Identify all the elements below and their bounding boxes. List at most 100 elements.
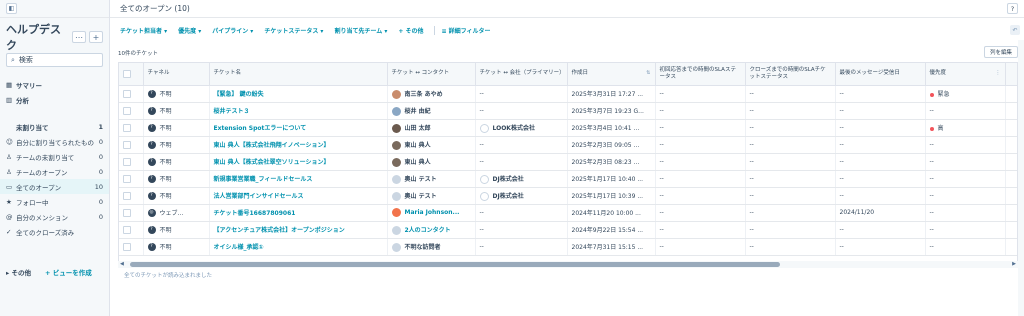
scroll-right-icon[interactable]: ▶: [1012, 261, 1016, 267]
filter-owner[interactable]: チケット担当者 ▾: [120, 26, 167, 35]
sidebar-item-7[interactable]: ✓ 全てのクローズ済み: [0, 224, 109, 239]
search-input[interactable]: ⌕ 検索: [6, 53, 103, 67]
col-header-priority[interactable]: 優先度 ⋮: [925, 63, 1006, 86]
sidebar-item-6[interactable]: @ 自分のメンション 0: [0, 209, 109, 224]
create-view-button[interactable]: + ビューを作成: [45, 267, 92, 277]
row-checkbox[interactable]: [123, 174, 131, 183]
table-row[interactable]: ? 不明 法人営業部門インサイドセールス 奥山 テスト DJ株式会社 2025年1…: [119, 187, 1017, 205]
row-checkbox-cell[interactable]: [119, 187, 144, 205]
col-header-contact[interactable]: チケット ↔ コンタクト: [387, 63, 476, 86]
ticket-name-link[interactable]: 新規事業営業職_フィールドセールス: [214, 176, 313, 183]
row-checkbox[interactable]: [123, 157, 131, 166]
contact-link[interactable]: 東山 典人: [405, 159, 431, 166]
ticket-name-link[interactable]: オイシル様_承認①: [214, 244, 264, 251]
contact-link[interactable]: 東山 典人: [405, 142, 431, 149]
row-checkbox[interactable]: [123, 191, 131, 200]
ticket-name-cell[interactable]: 法人営業部門インサイドセールス: [209, 187, 388, 205]
contact-cell[interactable]: 奥山 テスト: [387, 170, 476, 188]
edit-columns-button[interactable]: 列を編集: [983, 46, 1018, 58]
table-row[interactable]: ? 不明 桜井テスト３ 桜井 由紀 -- 2025年3月7日 19:23 G...…: [119, 102, 1017, 120]
sidebar-item-1[interactable]: ☺ 自分に割り当てられたもの 0: [0, 134, 109, 149]
contact-link[interactable]: 南三条 あやめ: [405, 91, 443, 98]
row-checkbox-cell[interactable]: [119, 102, 144, 120]
sidebar-item-0[interactable]: ▦ サマリー: [0, 77, 109, 92]
sidebar-item-3[interactable]: ♙ チームのオープン 0: [0, 164, 109, 179]
contact-link[interactable]: 2人のコンタクト: [405, 227, 451, 234]
row-checkbox-cell[interactable]: [119, 221, 144, 239]
ticket-name-cell[interactable]: 東山 典人【株式会社翠空ソリューション】: [209, 153, 388, 171]
table-row[interactable]: ? 不明 【アクセンチュア株式会社】オープンポジション 2人のコンタクト -- 2…: [119, 221, 1017, 239]
company-cell[interactable]: LOOK株式会社: [475, 119, 568, 137]
ticket-name-link[interactable]: 桜井テスト３: [214, 108, 250, 115]
sidebar-item-1[interactable]: ▥ 分析: [0, 92, 109, 107]
scrollbar-thumb[interactable]: [130, 262, 780, 267]
company-label[interactable]: DJ株式会社: [493, 193, 524, 200]
row-checkbox[interactable]: [123, 242, 131, 251]
company-label[interactable]: DJ株式会社: [493, 176, 524, 183]
ticket-name-cell[interactable]: オイシル様_承認①: [209, 238, 388, 256]
row-checkbox-cell[interactable]: [119, 153, 144, 171]
row-checkbox-cell[interactable]: [119, 85, 144, 103]
table-row[interactable]: ? 不明 東山 典人【株式会社飛翔イノベーション】 東山 典人 -- 2025年2…: [119, 136, 1017, 154]
row-checkbox[interactable]: [123, 89, 131, 98]
add-button[interactable]: +: [89, 31, 103, 43]
table-row[interactable]: ? 不明 【緊急】 鍵の紛失 南三条 あやめ -- 2025年3月31日 17:2…: [119, 85, 1017, 103]
row-checkbox[interactable]: [123, 106, 131, 115]
filter-pipeline[interactable]: パイプライン ▾: [212, 26, 253, 35]
ticket-name-link[interactable]: 法人営業部門インサイドセールス: [214, 193, 304, 200]
contact-cell[interactable]: 南三条 あやめ: [387, 85, 476, 103]
row-checkbox-cell[interactable]: [119, 119, 144, 137]
ticket-name-cell[interactable]: Extension Spotエラーについて: [209, 119, 388, 137]
filter-team[interactable]: 割り当て先チーム ▾: [334, 26, 387, 35]
col-header-last-message[interactable]: 最後のメッセージ受信日: [835, 63, 926, 86]
contact-link[interactable]: 奥山 テスト: [405, 176, 437, 183]
contact-link[interactable]: 桜井 由紀: [405, 108, 431, 115]
company-label[interactable]: LOOK株式会社: [493, 125, 535, 132]
contact-link[interactable]: 不明な訪問者: [405, 244, 441, 251]
contact-cell[interactable]: 奥山 テスト: [387, 187, 476, 205]
ticket-name-link[interactable]: チケット番号16687809061: [214, 210, 296, 217]
row-checkbox[interactable]: [123, 140, 131, 149]
row-checkbox-cell[interactable]: [119, 170, 144, 188]
sidebar-item-0[interactable]: 未割り当て 1: [0, 119, 109, 134]
table-row[interactable]: ? 不明 オイシル様_承認① 不明な訪問者 -- 2024年7月31日 15:15…: [119, 238, 1017, 256]
ticket-name-link[interactable]: 東山 典人【株式会社飛翔イノベーション】: [214, 142, 330, 149]
collapse-sidebar-icon[interactable]: ◧: [6, 3, 17, 14]
col-header-company[interactable]: チケット ↔ 会社（プライマリー）: [475, 63, 568, 86]
ticket-name-cell[interactable]: チケット番号16687809061: [209, 204, 388, 222]
contact-cell[interactable]: 東山 典人: [387, 136, 476, 154]
more-options-button[interactable]: ⋯: [72, 31, 86, 43]
contact-cell[interactable]: 2人のコンタクト: [387, 221, 476, 239]
ticket-name-link[interactable]: Extension Spotエラーについて: [214, 125, 307, 132]
row-checkbox[interactable]: [123, 208, 131, 217]
sidebar-item-5[interactable]: ★ フォロー中 0: [0, 194, 109, 209]
table-row[interactable]: ◎ ウェブ... チケット番号16687809061 Maria Johnson.…: [119, 204, 1017, 222]
scroll-left-icon[interactable]: ◀: [120, 261, 124, 267]
row-checkbox-cell[interactable]: [119, 204, 144, 222]
col-header-channel[interactable]: チャネル: [143, 63, 210, 86]
ticket-name-cell[interactable]: 【緊急】 鍵の紛失: [209, 85, 388, 103]
contact-cell[interactable]: 桜井 由紀: [387, 102, 476, 120]
select-all-checkbox[interactable]: [123, 69, 131, 78]
contact-link[interactable]: 奥山 テスト: [405, 193, 437, 200]
select-all-checkbox-cell[interactable]: [119, 63, 144, 86]
sidebar-item-4[interactable]: ▭ 全てのオープン 10: [0, 179, 109, 194]
other-views-toggle[interactable]: ▸ その他: [6, 267, 31, 277]
contact-link[interactable]: 山田 太郎: [405, 125, 431, 132]
contact-cell[interactable]: 不明な訪問者: [387, 238, 476, 256]
contact-cell[interactable]: Maria Johnson...: [387, 204, 476, 222]
ticket-name-cell[interactable]: 桜井テスト３: [209, 102, 388, 120]
row-checkbox-cell[interactable]: [119, 136, 144, 154]
col-header-sla-close[interactable]: クローズまでの時間のSLAチケットステータス: [745, 63, 836, 86]
table-row[interactable]: ? 不明 Extension Spotエラーについて 山田 太郎 LOOK株式会社…: [119, 119, 1017, 137]
advanced-filter-button[interactable]: ≡ 詳細フィルター: [434, 25, 491, 35]
row-checkbox-cell[interactable]: [119, 238, 144, 256]
help-button[interactable]: ?: [1007, 3, 1018, 14]
ticket-name-cell[interactable]: 【アクセンチュア株式会社】オープンポジション: [209, 221, 388, 239]
filter-status[interactable]: チケットステータス ▾: [264, 26, 323, 35]
contact-link[interactable]: Maria Johnson...: [405, 209, 460, 216]
col-header-sla-first[interactable]: 初回応答までの時間のSLAステータス: [655, 63, 746, 86]
contact-cell[interactable]: 山田 太郎: [387, 119, 476, 137]
horizontal-scrollbar[interactable]: ◀ ▶: [118, 261, 1018, 268]
row-checkbox[interactable]: [123, 123, 131, 132]
